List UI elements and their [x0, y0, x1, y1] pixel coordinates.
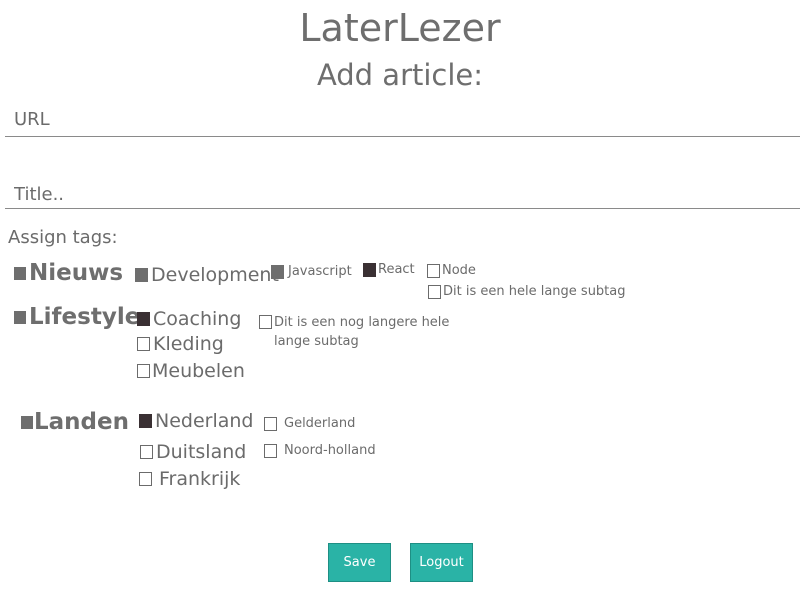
checkbox-icon: [259, 315, 272, 329]
tag-coaching[interactable]: Coaching: [137, 308, 241, 330]
tag-label: React: [378, 262, 415, 277]
tag-label: Javascript: [288, 264, 352, 279]
tag-label: Noord-holland: [284, 443, 376, 458]
square-icon: [271, 264, 284, 279]
tag-development[interactable]: Development: [135, 264, 279, 286]
page-heading: Add article:: [316, 58, 484, 92]
checkbox-icon: [140, 445, 153, 459]
tag-label: Meubelen: [152, 360, 245, 382]
checkbox-icon: [139, 472, 152, 486]
tag-meubelen[interactable]: Meubelen: [137, 360, 245, 382]
checkbox-icon: [137, 364, 150, 378]
tag-javascript[interactable]: Javascript: [271, 264, 352, 279]
tag-label: Gelderland: [284, 416, 356, 431]
tag-label: Development: [151, 264, 279, 286]
checkbox-checked-icon: [139, 414, 152, 428]
tag-label: Lifestyle: [29, 304, 141, 330]
title-input[interactable]: [5, 184, 800, 209]
square-icon: [14, 266, 26, 280]
checkbox-icon: [427, 263, 440, 278]
tag-react[interactable]: React: [363, 262, 415, 277]
tag-kleding[interactable]: Kleding: [137, 333, 224, 355]
url-input[interactable]: [5, 106, 800, 137]
tag-nieuws[interactable]: Nieuws: [14, 260, 123, 286]
square-icon: [21, 415, 33, 429]
assign-tags-label: Assign tags:: [8, 227, 118, 248]
tag-label: Coaching: [153, 308, 242, 330]
tag-gelderland[interactable]: Gelderland: [264, 416, 355, 431]
checkbox-icon: [137, 337, 150, 351]
tag-longer-subtag[interactable]: Dit is een nog langere hele lange subtag: [259, 313, 459, 351]
tag-label: Landen: [34, 409, 129, 435]
tag-node[interactable]: Node: [427, 263, 476, 278]
tag-nederland[interactable]: Nederland: [139, 410, 254, 432]
logout-button[interactable]: Logout: [410, 543, 473, 582]
square-icon: [135, 268, 148, 282]
tag-label: Dit is een hele lange subtag: [443, 284, 626, 299]
tag-label: Duitsland: [156, 441, 247, 463]
tag-label: Node: [442, 263, 476, 278]
tag-label: Frankrijk: [159, 468, 241, 490]
tag-duitsland[interactable]: Duitsland: [140, 441, 246, 463]
checkbox-icon: [264, 416, 277, 431]
tag-label: Nederland: [155, 410, 254, 432]
tag-long-subtag[interactable]: Dit is een hele lange subtag: [428, 284, 626, 299]
checkbox-checked-icon: [363, 262, 376, 277]
checkbox-icon: [428, 284, 441, 299]
tag-frankrijk[interactable]: Frankrijk: [139, 468, 240, 490]
tag-lifestyle[interactable]: Lifestyle: [14, 304, 140, 330]
tag-label: Kleding: [153, 333, 224, 355]
tag-label: Nieuws: [29, 260, 124, 286]
checkbox-icon: [264, 443, 277, 458]
save-button[interactable]: Save: [328, 543, 391, 582]
app-title: LaterLezer: [299, 6, 501, 50]
tag-landen[interactable]: Landen: [21, 409, 129, 435]
tag-noord-holland[interactable]: Noord-holland: [264, 443, 376, 458]
tag-label: Dit is een nog langere hele lange subtag: [274, 315, 450, 349]
square-icon: [14, 310, 26, 324]
checkbox-checked-icon: [137, 312, 150, 326]
